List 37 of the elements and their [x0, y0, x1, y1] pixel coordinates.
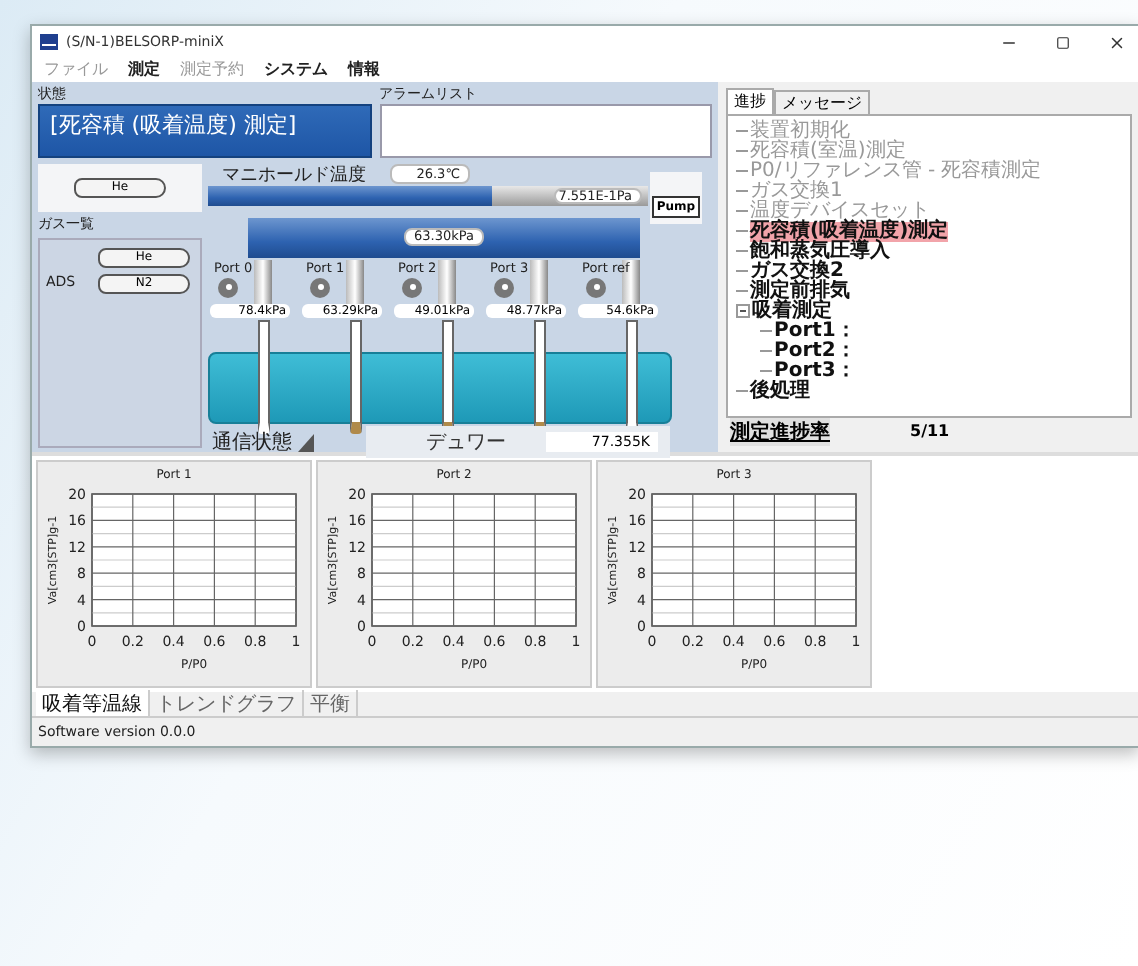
graph-tab[interactable]: 平衡 — [304, 690, 358, 719]
manifold-temp-label: マニホールド温度 — [222, 167, 366, 186]
graph-tab[interactable]: トレンドグラフ — [150, 690, 304, 719]
progress-step: Port1： — [774, 321, 856, 342]
progress-step: P0/リファレンス管 - 死容積測定 — [750, 161, 1042, 182]
comm-status-label: 通信状態 — [212, 433, 292, 454]
progress-rate-value: 5/11 — [910, 422, 950, 441]
dewar-label: デュワー — [426, 429, 506, 456]
progress-step: ガス交換1 — [750, 181, 843, 202]
valve-icon — [402, 277, 422, 298]
app-logo-icon — [40, 34, 58, 50]
valve-icon — [218, 277, 238, 298]
valve-icon — [586, 277, 606, 298]
valve-icon — [494, 277, 514, 298]
status-display: [死容積 (吸着温度) 測定] — [38, 103, 371, 158]
progress-step: 死容積(吸着温度)測定 — [750, 221, 949, 242]
progress-step: 死容積(室温)測定 — [750, 141, 906, 162]
signal-icon — [298, 433, 314, 452]
progress-step: 後処理 — [750, 381, 810, 402]
menu-item[interactable]: 情報 — [348, 58, 380, 81]
progress-step: 装置初期化 — [750, 121, 850, 142]
progress-step: 吸着測定 — [752, 301, 832, 322]
progress-step: 飽和蒸気圧導入 — [750, 241, 890, 262]
maximize-icon — [1056, 35, 1070, 49]
valve-icon — [310, 277, 330, 298]
progress-step: Port3： — [774, 361, 856, 382]
progress-step: ガス交換2 — [750, 261, 844, 282]
close-icon — [1108, 33, 1126, 51]
progress-step: Port2： — [774, 341, 856, 362]
menu-item[interactable]: システム — [264, 58, 328, 81]
panel-tab[interactable]: 進捗 — [726, 87, 774, 114]
panel-tab[interactable]: メッセージ — [774, 89, 870, 114]
progress-step: 測定前排気 — [750, 281, 850, 302]
graph-tab[interactable]: 吸着等温線 — [36, 690, 150, 719]
progress-rate-label: 測定進捗率 — [730, 417, 830, 446]
menu-item[interactable]: 測定 — [128, 58, 160, 81]
collapse-icon[interactable] — [736, 304, 750, 319]
